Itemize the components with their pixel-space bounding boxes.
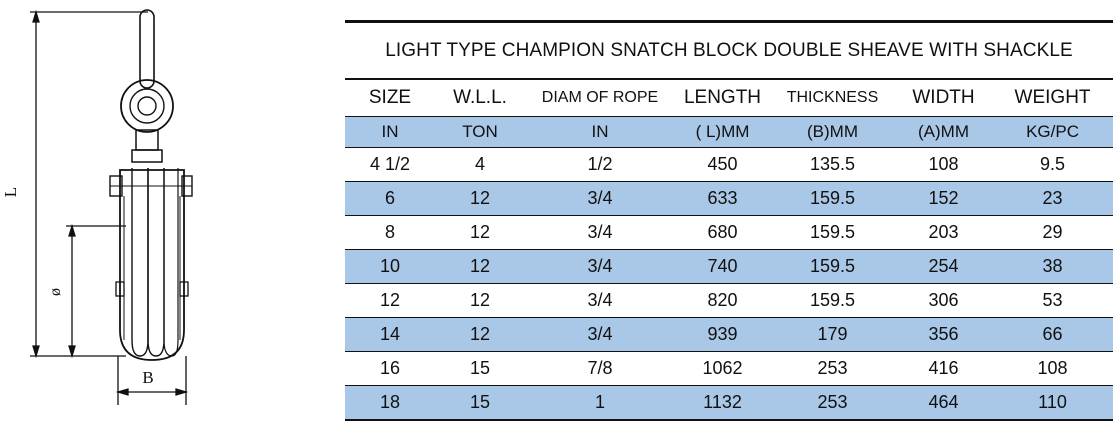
cell-rope-diameter: 1/2 bbox=[525, 147, 675, 182]
cell-weight: 29 bbox=[992, 215, 1114, 250]
cell-wll: 12 bbox=[435, 215, 525, 250]
cell-width: 254 bbox=[895, 249, 992, 284]
cell-wll: 15 bbox=[435, 351, 525, 386]
table-row: 4 1/2 4 1/2 450 135.5 108 9.5 bbox=[345, 147, 1114, 182]
cell-wll: 12 bbox=[435, 249, 525, 284]
cell-width: 464 bbox=[895, 385, 992, 421]
unit-row: IN TON IN( L)MM (B)MM (A)MM KG/PC bbox=[345, 116, 1114, 148]
table-row: 12 12 3/4 820 159.5 306 53 bbox=[345, 283, 1114, 318]
length-label: L bbox=[1, 187, 20, 197]
cell-rope-diameter: 3/4 bbox=[525, 317, 675, 352]
cell-size: 16 bbox=[345, 351, 435, 386]
unit-size: IN bbox=[345, 116, 435, 148]
cell-weight: 9.5 bbox=[992, 147, 1114, 182]
cell-weight: 66 bbox=[992, 317, 1114, 352]
cell-thickness: 159.5 bbox=[770, 283, 895, 318]
cell-rope-diameter: 3/4 bbox=[525, 249, 675, 284]
eye-bolt-shank bbox=[139, 9, 155, 89]
cell-width: 356 bbox=[895, 317, 992, 352]
header-thickness: THICKNESS bbox=[770, 78, 895, 117]
cell-weight: 23 bbox=[992, 181, 1114, 216]
header-wll: W.L.L. bbox=[435, 78, 525, 117]
table-row: 14 12 3/4 939 179 356 66 bbox=[345, 317, 1114, 352]
unit-thickness: (B)MM bbox=[770, 116, 895, 148]
cell-thickness: 159.5 bbox=[770, 181, 895, 216]
cell-width: 416 bbox=[895, 351, 992, 386]
cell-weight: 53 bbox=[992, 283, 1114, 318]
unit-length: ( L)MM bbox=[675, 116, 770, 148]
header-size: SIZE bbox=[345, 78, 435, 117]
cell-width: 203 bbox=[895, 215, 992, 250]
cell-thickness: 253 bbox=[770, 385, 895, 421]
cell-rope-diameter: 7/8 bbox=[525, 351, 675, 386]
header-width: WIDTH bbox=[895, 78, 992, 117]
table-row: 18 15 1 1132 253 464 110 bbox=[345, 385, 1114, 421]
cell-weight: 108 bbox=[992, 351, 1114, 386]
thickness-label: B bbox=[142, 368, 153, 387]
cell-length: 450 bbox=[675, 147, 770, 182]
cell-wll: 12 bbox=[435, 181, 525, 216]
cell-size: 8 bbox=[345, 215, 435, 250]
cell-thickness: 135.5 bbox=[770, 147, 895, 182]
cell-length: 1062 bbox=[675, 351, 770, 386]
cell-size: 12 bbox=[345, 283, 435, 318]
cell-wll: 15 bbox=[435, 385, 525, 421]
cell-size: 4 1/2 bbox=[345, 147, 435, 182]
unit-weight: KG/PC bbox=[992, 116, 1114, 148]
cell-weight: 110 bbox=[992, 385, 1114, 421]
cell-rope-diameter: 3/4 bbox=[525, 283, 675, 318]
header-weight: WEIGHT bbox=[992, 78, 1114, 117]
table-row: 8 12 3/4 680 159.5 203 29 bbox=[345, 215, 1114, 250]
table-row: 16 15 7/8 1062 253 416 108 bbox=[345, 351, 1114, 386]
table-row: 6 12 3/4 633 159.5 152 23 bbox=[345, 181, 1114, 216]
cell-wll: 12 bbox=[435, 283, 525, 318]
diameter-label: ø bbox=[47, 288, 64, 296]
cell-width: 306 bbox=[895, 283, 992, 318]
cell-size: 6 bbox=[345, 181, 435, 216]
table-row: 10 12 3/4 740 159.5 254 38 bbox=[345, 249, 1114, 284]
header-rope-diameter: DIAM OF ROPE bbox=[525, 78, 675, 117]
cell-length: 1132 bbox=[675, 385, 770, 421]
cell-thickness: 253 bbox=[770, 351, 895, 386]
cell-size: 10 bbox=[345, 249, 435, 284]
header-length: LENGTH bbox=[675, 78, 770, 117]
table-title: LIGHT TYPE CHAMPION SNATCH BLOCK DOUBLE … bbox=[345, 20, 1114, 79]
cell-wll: 12 bbox=[435, 317, 525, 352]
cell-rope-diameter: 3/4 bbox=[525, 215, 675, 250]
cell-rope-diameter: 3/4 bbox=[525, 181, 675, 216]
cell-length: 820 bbox=[675, 283, 770, 318]
cell-rope-diameter: 1 bbox=[525, 385, 675, 421]
cell-length: 740 bbox=[675, 249, 770, 284]
cell-thickness: 179 bbox=[770, 317, 895, 352]
cell-size: 18 bbox=[345, 385, 435, 421]
cell-size: 14 bbox=[345, 317, 435, 352]
cell-length: 939 bbox=[675, 317, 770, 352]
header-row: SIZE W.L.L. DIAM OF ROPE LENGTH THICKNESS WID… bbox=[345, 78, 1114, 117]
cell-width: 152 bbox=[895, 181, 992, 216]
unit-width: (A)MM bbox=[895, 116, 992, 148]
spec-table: LIGHT TYPE CHAMPION SNATCH BLOCK DOUBLE … bbox=[345, 20, 1114, 421]
cell-length: 633 bbox=[675, 181, 770, 216]
cell-thickness: 159.5 bbox=[770, 215, 895, 250]
cell-thickness: 159.5 bbox=[770, 249, 895, 284]
cell-wll: 4 bbox=[435, 147, 525, 182]
unit-rope-diameter: IN bbox=[525, 116, 675, 148]
unit-wll: TON bbox=[435, 116, 525, 148]
snatch-block-drawing: L ø B bbox=[1, 9, 193, 405]
cell-width: 108 bbox=[895, 147, 992, 182]
cell-length: 680 bbox=[675, 215, 770, 250]
side-plate-outline bbox=[119, 169, 185, 361]
cell-weight: 38 bbox=[992, 249, 1114, 284]
